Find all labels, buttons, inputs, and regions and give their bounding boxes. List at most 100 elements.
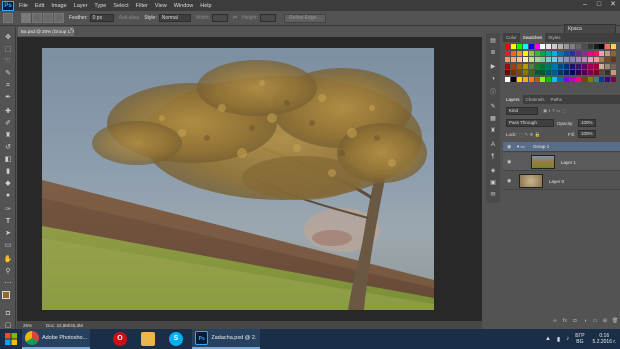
swatch[interactable] xyxy=(546,70,552,75)
swatch[interactable] xyxy=(534,76,540,82)
filter-icons[interactable]: ▣ ◐ T ▭ ⬚ xyxy=(543,108,566,114)
swatch[interactable] xyxy=(505,44,510,49)
new-layer-icon[interactable]: ⊞ xyxy=(600,318,610,328)
type-tool-icon[interactable]: T xyxy=(3,217,13,226)
swatch[interactable] xyxy=(605,44,611,49)
swatch[interactable] xyxy=(558,50,564,56)
refine-edge-button[interactable]: Refine Edge... xyxy=(283,13,326,23)
quick-mask-icon[interactable]: ◘ xyxy=(3,309,13,318)
swatch[interactable] xyxy=(505,70,510,75)
swatch[interactable] xyxy=(540,70,546,75)
swatch[interactable] xyxy=(587,63,593,69)
menu-edit[interactable]: Edit xyxy=(35,3,44,9)
language-indicator[interactable]: БГР BG xyxy=(575,333,584,345)
swatch[interactable] xyxy=(546,57,552,62)
swatch[interactable] xyxy=(522,57,528,62)
swatch[interactable] xyxy=(516,76,522,82)
swatch[interactable] xyxy=(575,70,581,75)
swatch[interactable] xyxy=(593,70,599,75)
start-button[interactable] xyxy=(0,329,22,349)
tab-layers[interactable]: Layers xyxy=(503,95,523,104)
healing-brush-icon[interactable]: ✚ xyxy=(3,107,13,116)
intersect-selection-icon[interactable] xyxy=(54,13,64,23)
swatch[interactable] xyxy=(605,63,611,69)
marquee-tool-preset-icon[interactable] xyxy=(3,13,13,23)
swatch[interactable] xyxy=(605,70,611,75)
taskbar-opera[interactable]: O xyxy=(110,329,130,349)
zoom-tool-icon[interactable]: ⚲ xyxy=(3,267,13,276)
feather-input[interactable]: 0 px xyxy=(89,14,114,22)
swatch[interactable] xyxy=(546,44,552,49)
swatch[interactable] xyxy=(593,50,599,56)
swatch[interactable] xyxy=(516,57,522,62)
minimize-button[interactable]: – xyxy=(578,0,592,11)
swatch[interactable] xyxy=(528,44,534,49)
swatch[interactable] xyxy=(505,50,510,56)
swatch[interactable] xyxy=(587,44,593,49)
swatch[interactable] xyxy=(558,63,564,69)
swatch[interactable] xyxy=(558,44,564,49)
swatch[interactable] xyxy=(510,76,516,82)
swatch[interactable] xyxy=(593,44,599,49)
swatch[interactable] xyxy=(564,76,569,82)
menu-file[interactable]: File xyxy=(19,3,28,9)
menu-select[interactable]: Select xyxy=(113,3,128,9)
swatch[interactable] xyxy=(522,70,528,75)
group-expand-icon[interactable]: ▾ ▭ xyxy=(517,144,525,150)
style-select[interactable]: Normal xyxy=(158,14,191,22)
swatch[interactable] xyxy=(593,76,599,82)
fill-input[interactable]: 100% xyxy=(578,130,596,138)
swatch[interactable] xyxy=(516,70,522,75)
adjustments-panel-icon[interactable]: ◑ xyxy=(488,75,498,84)
swatch[interactable] xyxy=(599,50,605,56)
swatch[interactable] xyxy=(534,70,540,75)
swatch[interactable] xyxy=(510,50,516,56)
swatch[interactable] xyxy=(599,76,605,82)
swatch[interactable] xyxy=(575,76,581,82)
brush-panel-icon[interactable]: ✎ xyxy=(488,103,498,112)
marquee-tool-icon[interactable]: ⬚ xyxy=(3,45,13,54)
subtract-selection-icon[interactable] xyxy=(43,13,53,23)
clone-stamp-icon[interactable]: ♜ xyxy=(3,131,13,140)
menu-window[interactable]: Window xyxy=(174,3,194,9)
maximize-button[interactable]: □ xyxy=(592,0,606,11)
swatch[interactable] xyxy=(599,63,605,69)
swatch[interactable] xyxy=(599,57,605,62)
swatch[interactable] xyxy=(528,50,534,56)
crop-tool-icon[interactable]: ⌗ xyxy=(3,81,13,90)
tray-up-arrow-icon[interactable]: ▲ xyxy=(545,336,551,342)
eraser-tool-icon[interactable]: ◧ xyxy=(3,155,13,164)
actions-panel-icon[interactable]: ▶ xyxy=(488,63,498,72)
adjustment-layer-icon[interactable]: ◑ xyxy=(580,318,590,328)
clone-source-icon[interactable]: ♜ xyxy=(488,127,498,136)
more-tools-icon[interactable]: ⋯ xyxy=(3,279,13,288)
new-selection-icon[interactable] xyxy=(21,13,31,23)
swatch[interactable] xyxy=(516,63,522,69)
swatch[interactable] xyxy=(540,57,546,62)
swatch[interactable] xyxy=(575,50,581,56)
close-document-icon[interactable]: × xyxy=(70,27,73,33)
swatch[interactable] xyxy=(558,57,564,62)
swatch[interactable] xyxy=(552,44,558,49)
visibility-eye-icon[interactable]: ◉ xyxy=(507,159,511,165)
swatch[interactable] xyxy=(546,63,552,69)
swatch[interactable] xyxy=(581,44,587,49)
swatch[interactable] xyxy=(522,44,528,49)
swatch[interactable] xyxy=(528,63,534,69)
swatch[interactable] xyxy=(558,70,564,75)
swatch[interactable] xyxy=(552,50,558,56)
swatch[interactable] xyxy=(552,76,558,82)
blend-mode-select[interactable]: Pass Through xyxy=(506,119,554,127)
swatch[interactable] xyxy=(593,57,599,62)
tab-channels[interactable]: Channels xyxy=(523,95,548,104)
tab-styles[interactable]: Styles xyxy=(545,33,563,42)
eyedropper-tool-icon[interactable]: ✒ xyxy=(3,93,13,102)
swatch[interactable] xyxy=(581,70,587,75)
swatch[interactable] xyxy=(587,57,593,62)
gradient-tool-icon[interactable]: ▮ xyxy=(3,167,13,176)
swatch[interactable] xyxy=(575,44,581,49)
swatch[interactable] xyxy=(528,70,534,75)
swatch[interactable] xyxy=(564,63,569,69)
move-tool-icon[interactable]: ✥ xyxy=(3,33,13,42)
swatch[interactable] xyxy=(611,57,617,62)
